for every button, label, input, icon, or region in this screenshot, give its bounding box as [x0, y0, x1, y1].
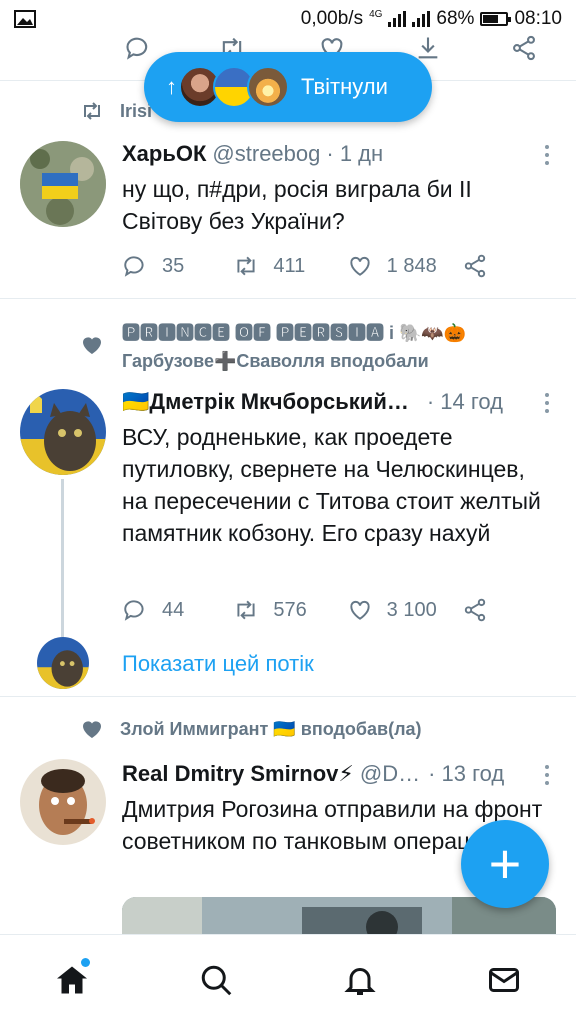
tweet-header: 🇺🇦Дметрік Мкчборський… · 14 год — [122, 389, 503, 415]
nav-messages[interactable] — [474, 950, 534, 1010]
tweet-text: ВСУ, родненькие, как проедете путиловку,… — [122, 424, 541, 546]
like-count: 1 848 — [386, 254, 437, 277]
avatar[interactable] — [20, 759, 106, 845]
home-icon — [57, 966, 87, 993]
more-options-icon[interactable] — [544, 393, 550, 417]
author-handle[interactable]: @D… — [360, 761, 420, 787]
timestamp[interactable]: · 13 год — [428, 761, 504, 787]
bottom-navigation — [0, 934, 576, 1024]
like-context: 🅿🆁🅸🅽🅲🅴 🅾🅵 🅿🅴🆁🆂🅸🅰 і 🐘🦇🎃 Гарбузове➕Сваволл… — [122, 319, 466, 372]
liked-by-line-2[interactable]: Гарбузове➕Сваволля вподобали — [122, 351, 429, 372]
gallery-notification-icon — [14, 10, 36, 28]
tweet-actions: 44 576 3 100 — [122, 597, 502, 623]
timestamp[interactable]: · 14 год — [427, 389, 503, 415]
nav-home[interactable] — [42, 950, 102, 1010]
network-type: 4G — [369, 8, 383, 20]
tweet-header: Real Dmitry Smirnov⚡ @D… · 13 год — [122, 761, 504, 787]
tweet-text: ну що, п#дри, росія виграла би ІІ Світов… — [122, 176, 472, 234]
retweet-count: 576 — [273, 598, 307, 621]
reply-count: 44 — [162, 598, 185, 621]
heart-icon — [83, 721, 101, 738]
new-tweets-label: Твітнули — [301, 74, 388, 99]
clock: 08:10 — [514, 8, 562, 29]
reply-count: 35 — [162, 254, 185, 277]
retweet-icon — [237, 256, 255, 276]
like-button[interactable]: 1 848 — [347, 253, 462, 279]
like-icon — [350, 256, 370, 276]
new-tweets-pill[interactable]: ↑ Твітнули — [144, 52, 432, 122]
tweet-2[interactable]: 🅿🆁🅸🅽🅲🅴 🅾🅵 🅿🅴🆁🆂🅸🅰 і 🐘🦇🎃 Гарбузове➕Сваволл… — [0, 299, 576, 696]
reply-icon[interactable] — [124, 34, 152, 62]
timestamp[interactable]: · 1 дн — [326, 141, 383, 167]
share-icon — [464, 598, 486, 622]
retweet-button[interactable]: 411 — [233, 253, 346, 279]
retweet-context: Irisі — [80, 99, 152, 123]
author-handle[interactable]: @streebog — [212, 141, 320, 167]
more-options-icon[interactable] — [544, 765, 550, 789]
like-button[interactable]: 3 100 — [347, 597, 462, 623]
like-context: Злой Иммигрант 🇺🇦 вподобав(ла) — [80, 717, 422, 741]
nav-search[interactable] — [186, 950, 246, 1010]
like-icon — [350, 600, 370, 620]
author-name[interactable]: Real Dmitry Smirnov⚡ — [122, 761, 354, 787]
tweet-actions: 35 411 1 848 — [122, 253, 502, 279]
reply-icon — [124, 600, 144, 621]
avatar[interactable] — [20, 389, 106, 475]
signal-icon — [388, 11, 407, 27]
nav-notifications[interactable] — [330, 950, 390, 1010]
arrow-up-icon: ↑ — [166, 74, 177, 99]
retweet-count: 411 — [273, 254, 306, 277]
signal-icon-2 — [412, 11, 431, 27]
reply-button[interactable]: 35 — [122, 253, 233, 279]
liked-by-line-1[interactable]: 🅿🆁🅸🅽🅲🅴 🅾🅵 🅿🅴🆁🆂🅸🅰 і 🐘🦇🎃 — [122, 319, 466, 345]
share-button[interactable] — [462, 597, 502, 623]
battery-percent: 68% — [436, 8, 475, 29]
compose-tweet-button[interactable]: + — [461, 820, 549, 908]
liked-by[interactable]: Злой Иммигрант 🇺🇦 вподобав(ла) — [120, 719, 422, 740]
retweet-icon — [237, 600, 255, 620]
author-name[interactable]: 🇺🇦Дметрік Мкчборський… — [122, 389, 409, 415]
network-speed: 0,00b/s — [300, 8, 364, 29]
heart-icon — [83, 337, 101, 354]
tweet-header: ХарьОК @streebog · 1 дн — [122, 141, 383, 167]
search-icon — [201, 965, 232, 995]
like-count: 3 100 — [386, 598, 437, 621]
more-options-icon[interactable] — [544, 145, 550, 169]
author-name[interactable]: ХарьОК — [122, 141, 206, 167]
notifications-icon — [344, 967, 376, 995]
reply-button[interactable]: 44 — [122, 597, 233, 623]
unread-dot — [81, 957, 90, 967]
download-icon[interactable] — [414, 34, 442, 62]
thread-avatar[interactable] — [37, 637, 89, 689]
plus-icon: + — [488, 832, 522, 895]
retweet-button[interactable]: 576 — [233, 597, 346, 623]
battery-icon — [480, 12, 512, 26]
thread-line — [61, 479, 64, 637]
show-thread-link[interactable]: Показати цей потік — [122, 651, 314, 677]
share-icon — [464, 254, 486, 278]
share-icon[interactable] — [510, 34, 538, 62]
avatar — [247, 66, 289, 108]
messages-icon — [489, 967, 519, 992]
share-button[interactable] — [462, 253, 502, 279]
reply-icon — [124, 256, 144, 277]
retweet-icon — [84, 102, 100, 120]
avatar[interactable] — [20, 141, 106, 227]
